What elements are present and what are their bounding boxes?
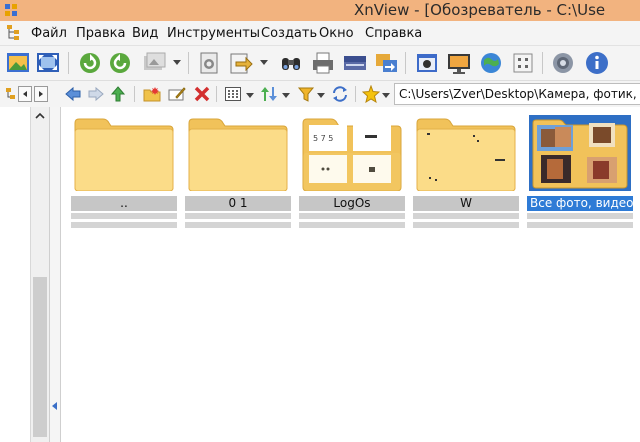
tree-view-icon[interactable] — [6, 24, 24, 41]
file-item-label: .. — [71, 196, 177, 211]
info-bar — [527, 213, 633, 219]
chevron-down-icon[interactable] — [382, 93, 390, 99]
sync-arrows-icon[interactable] — [331, 85, 349, 103]
address-path-input[interactable]: C:\Users\Zver\Desktop\Камера, фотик, тел — [394, 83, 640, 105]
toolbar-separator — [216, 86, 217, 102]
toolbar-separator — [542, 52, 543, 74]
plugins-icon[interactable] — [510, 50, 536, 76]
sort-icon[interactable] — [260, 85, 278, 103]
up-folder-arrow-icon[interactable] — [109, 85, 127, 103]
tree-toggle-icon[interactable] — [2, 85, 15, 103]
scroll-thumb[interactable] — [33, 277, 47, 437]
file-item-label: W — [413, 196, 519, 211]
info-bar — [71, 222, 177, 228]
favorites-star-icon[interactable] — [362, 85, 380, 103]
chevron-down-icon[interactable] — [246, 93, 254, 99]
back-arrow-icon[interactable] — [64, 85, 82, 103]
info-bar — [413, 222, 519, 228]
menu-tools[interactable]: Инструменты — [167, 26, 260, 41]
info-bar — [185, 213, 291, 219]
folder-with-thumbnails-icon: 5 7 5 — [302, 118, 402, 191]
delete-icon[interactable] — [193, 85, 211, 103]
convert-icon[interactable] — [374, 50, 400, 76]
menu-help[interactable]: Справка — [365, 26, 422, 41]
view-mode-grid-icon[interactable] — [224, 85, 242, 103]
svg-text:5 7 5: 5 7 5 — [313, 134, 333, 143]
edit-tag-icon[interactable] — [168, 85, 186, 103]
chevron-down-icon[interactable] — [173, 58, 181, 66]
refresh-icon[interactable] — [77, 50, 103, 76]
menu-create[interactable]: Создать — [261, 26, 317, 41]
collapse-left-arrow-icon[interactable] — [52, 402, 57, 410]
file-item-folder[interactable]: 0 1 — [185, 113, 291, 233]
info-bar — [71, 213, 177, 219]
forward-arrow-icon[interactable] — [87, 85, 105, 103]
folder-icon — [74, 118, 174, 191]
toolbar-separator — [355, 86, 356, 102]
print-icon[interactable] — [310, 50, 336, 76]
chevron-down-icon[interactable] — [282, 93, 290, 99]
folder-with-photos-icon — [529, 115, 631, 191]
scanner-icon[interactable] — [342, 50, 368, 76]
info-bar — [299, 222, 405, 228]
toolbar-separator — [405, 52, 406, 74]
wallpaper-icon[interactable] — [446, 50, 472, 76]
file-item-label: Все фото, видео... — [527, 196, 633, 211]
chevron-down-icon[interactable] — [260, 58, 268, 66]
toolbar-separator — [68, 52, 69, 74]
browser-icon[interactable] — [5, 50, 31, 76]
scroll-up-arrow-icon[interactable] — [32, 109, 48, 123]
menu-edit[interactable]: Правка — [76, 26, 125, 41]
info-bar — [413, 213, 519, 219]
file-item-parent[interactable]: .. — [71, 113, 177, 233]
window-title: XnView - [Обозреватель - C:\Use — [354, 1, 606, 19]
info-icon[interactable] — [584, 50, 610, 76]
open-icon[interactable] — [196, 50, 222, 76]
binoculars-icon[interactable] — [278, 50, 304, 76]
toolbar-separator — [134, 86, 135, 102]
folder-tree-panel[interactable] — [0, 107, 31, 442]
filter-funnel-icon[interactable] — [297, 85, 315, 103]
toolbar-separator — [188, 52, 189, 74]
tree-scrollbar[interactable] — [31, 107, 50, 442]
file-item-label: LogOs — [299, 196, 405, 211]
address-toolbar: C:\Users\Zver\Desktop\Камера, фотик, тел — [0, 80, 640, 108]
panel-left-arrow-icon[interactable] — [16, 85, 32, 103]
slideshow-icon[interactable] — [141, 50, 167, 76]
folder-with-thumbnails-icon — [416, 118, 516, 191]
folder-icon — [188, 118, 288, 191]
file-item-folder[interactable]: W — [413, 113, 519, 233]
file-item-folder[interactable]: 5 7 5 LogOs — [299, 113, 405, 233]
xnview-app-icon[interactable] — [4, 3, 18, 17]
file-item-label: 0 1 — [185, 196, 291, 211]
web-icon[interactable] — [478, 50, 504, 76]
panel-right-arrow-icon[interactable] — [32, 85, 48, 103]
panel-splitter[interactable] — [50, 107, 61, 442]
main-toolbar — [0, 45, 640, 81]
menu-window[interactable]: Окно — [319, 26, 354, 41]
file-item-folder-selected[interactable]: Все фото, видео... — [527, 113, 633, 233]
info-bar — [299, 213, 405, 219]
file-browser-pane[interactable]: .. 0 1 5 7 5 LogOs W Все фото, видео — [61, 107, 640, 442]
export-icon[interactable] — [228, 50, 254, 76]
new-folder-icon[interactable] — [143, 85, 161, 103]
info-bar — [527, 222, 633, 228]
chevron-down-icon[interactable] — [317, 93, 325, 99]
fullscreen-icon[interactable] — [35, 50, 61, 76]
menu-file[interactable]: Файл — [31, 26, 67, 41]
rotate-icon[interactable] — [107, 50, 133, 76]
info-bar — [185, 222, 291, 228]
menu-view[interactable]: Вид — [132, 26, 158, 41]
title-bar: XnView - [Обозреватель - C:\Use — [0, 0, 640, 21]
settings-gear-icon[interactable] — [550, 50, 576, 76]
capture-icon[interactable] — [414, 50, 440, 76]
menu-bar: Файл Правка Вид Инструменты Создать Окно… — [0, 21, 640, 45]
